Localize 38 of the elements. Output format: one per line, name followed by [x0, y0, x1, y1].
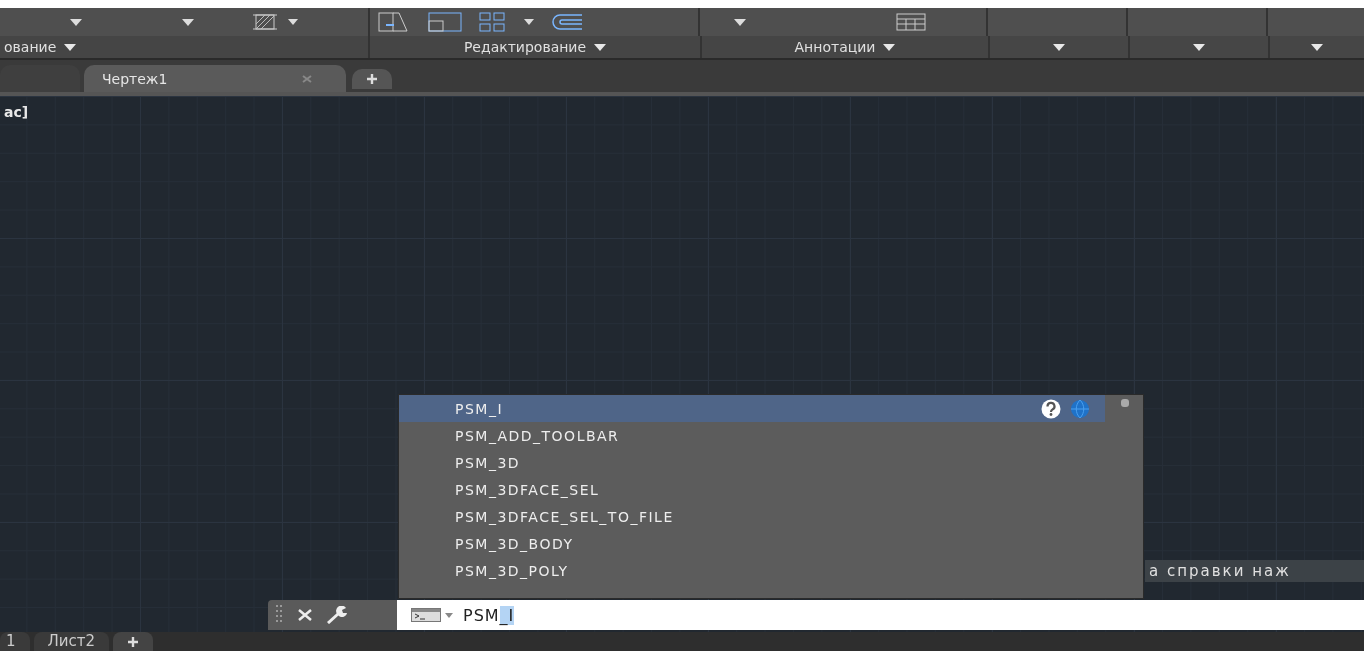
layout-tab[interactable]: 1	[0, 632, 30, 651]
caret-icon	[64, 43, 77, 51]
autocomplete-item[interactable]: PSM_3D_POLY	[399, 557, 1105, 584]
command-hint: а справки наж	[1145, 560, 1364, 582]
autocomplete-item[interactable]: PSM_ADD_TOOLBAR	[399, 422, 1105, 449]
autocomplete-item[interactable]: PSM_3DFACE_SEL	[399, 476, 1105, 503]
autocomplete-item[interactable]: PSM_3DFACE_SEL_TO_FILE	[399, 503, 1105, 530]
plus-icon	[366, 73, 378, 85]
caret-icon	[594, 43, 607, 51]
caret-icon[interactable]	[70, 18, 82, 26]
hatch-icon[interactable]	[252, 12, 278, 32]
command-input-field[interactable]: PSM_I	[397, 600, 1364, 630]
panel-title-button[interactable]: ование	[0, 39, 81, 55]
plus-icon	[127, 635, 140, 648]
wrench-icon[interactable]	[326, 606, 348, 624]
tab-label: Чертеж1	[102, 70, 169, 87]
caret-icon[interactable]	[288, 19, 298, 25]
layout-tab[interactable]: Лист2	[33, 632, 110, 651]
autocomplete-item[interactable]: PSM_3D	[399, 449, 1105, 476]
autocomplete-item[interactable]: PSM_3D_BODY	[399, 530, 1105, 557]
file-tab[interactable]: Чертеж1	[84, 65, 346, 92]
drawing-canvas[interactable]: ас] а справки наж PSM_I PSM_ADD_TOOLBAR PSM_3D PSM_3DFACE_SEL PSM_3DFACE_SEL_TO_FILE PSM_3D_BODY PSM_3D_POLY PSM_I	[0, 96, 1364, 632]
caret-icon[interactable]	[524, 19, 534, 25]
scale-icon[interactable]	[428, 11, 462, 33]
help-icon[interactable]	[1041, 398, 1061, 419]
command-prompt-icon[interactable]	[411, 608, 441, 622]
offset-icon[interactable]	[550, 13, 584, 31]
table-icon[interactable]	[896, 13, 926, 31]
autocomplete-item[interactable]: PSM_I	[399, 395, 1105, 422]
caret-icon[interactable]	[734, 18, 746, 26]
array-icon[interactable]	[478, 11, 508, 33]
viewport-label[interactable]: ас]	[4, 104, 29, 120]
scrollbar-thumb[interactable]	[1121, 399, 1129, 407]
new-layout-button[interactable]	[113, 632, 154, 651]
caret-icon	[883, 43, 896, 51]
caret-icon[interactable]	[182, 18, 194, 26]
new-tab-button[interactable]	[352, 69, 392, 89]
caret-icon[interactable]	[445, 612, 453, 618]
